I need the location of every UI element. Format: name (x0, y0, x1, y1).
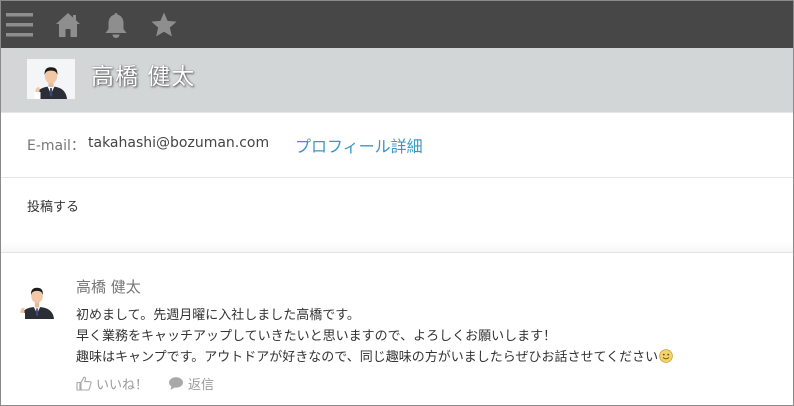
post-author-name[interactable]: 高橋 健太 (76, 276, 141, 297)
email-label: E-mail： (27, 138, 85, 154)
bell-icon[interactable] (101, 10, 131, 40)
profile-detail-link[interactable]: プロフィール詳細 (295, 133, 423, 157)
profile-header: 高橋 健太 (1, 48, 793, 112)
star-icon[interactable] (149, 10, 179, 40)
reply-label: 返信 (188, 378, 215, 393)
post-body-line: 早く業務をキャッチアップしていきたいと思いますので、よろしくお願いします！ (76, 329, 557, 344)
post-body-line-with-emoji: 趣味はキャンプです。アウトドアが好きなので、同じ趣味の方がいましたらぜひお話させ… (76, 346, 673, 365)
composer-divider (1, 242, 793, 252)
reply-button[interactable]: 返信 (168, 374, 214, 393)
home-icon[interactable] (53, 10, 83, 40)
profile-name: 高橋 健太 (91, 64, 196, 90)
menu-icon[interactable] (5, 10, 35, 40)
post-composer[interactable]: 投稿する (1, 179, 793, 253)
like-button[interactable]: いいね！ (76, 374, 148, 393)
speech-bubble-icon (169, 377, 183, 390)
app-frame: 高橋 健太 E-mail： takahashi@bozuman.com プロフィ… (0, 0, 794, 406)
post-item: 高橋 健太 初めまして。先週月曜に入社しました高橋です。 早く業務をキャッチアッ… (1, 254, 793, 405)
profile-avatar (27, 59, 75, 99)
profile-info-row: E-mail： takahashi@bozuman.com プロフィール詳細 (1, 112, 793, 178)
email-value: takahashi@bozuman.com (88, 135, 270, 151)
post-body-line: 初めまして。先週月曜に入社しました高橋です。 (76, 308, 360, 323)
composer-placeholder[interactable]: 投稿する (27, 196, 79, 215)
like-label: いいね！ (96, 378, 149, 393)
smile-emoji-icon (659, 349, 673, 363)
post-body-text: 趣味はキャンプです。アウトドアが好きなので、同じ趣味の方がいましたらぜひお話させ… (76, 350, 659, 365)
post-author-avatar[interactable] (17, 279, 57, 319)
thumbs-up-icon (76, 376, 92, 391)
top-bar (1, 1, 793, 48)
